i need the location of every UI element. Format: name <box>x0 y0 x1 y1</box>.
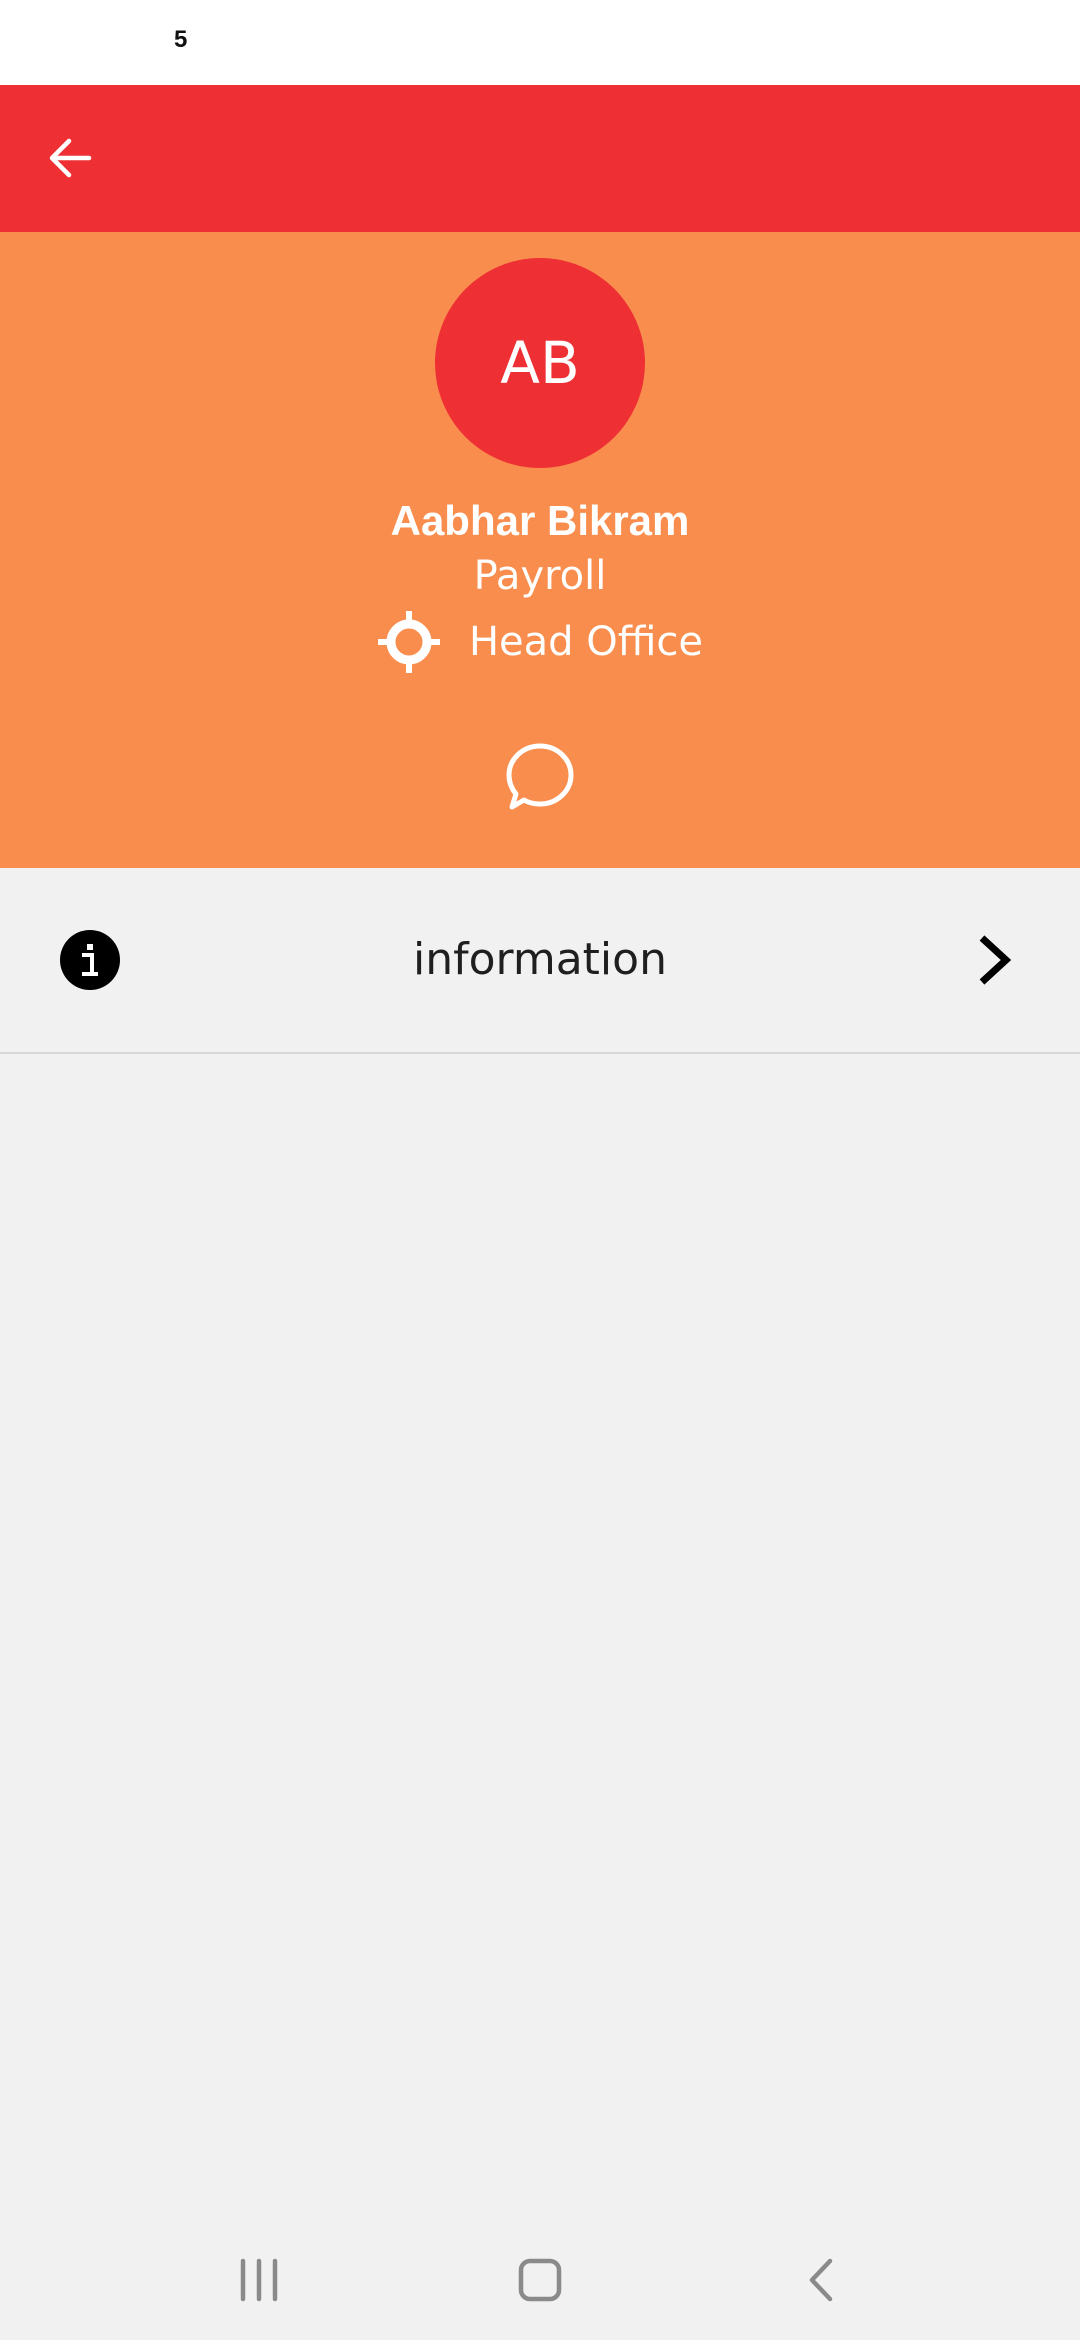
location-row: Head Office <box>0 610 1080 674</box>
location-text: Head Office <box>468 619 704 665</box>
system-nav-bar <box>0 2220 1080 2340</box>
arrow-left-icon <box>49 138 92 178</box>
profile-header: AB Aabhar Bikram Payroll Head Office <box>0 232 1080 868</box>
system-back-button[interactable] <box>781 2250 861 2310</box>
home-button[interactable] <box>500 2250 580 2310</box>
profile-name: Aabhar Bikram <box>390 497 690 544</box>
information-label: information <box>413 934 667 985</box>
avatar-initials: AB <box>500 329 580 397</box>
crosshair-icon <box>377 610 441 674</box>
profile-department: Payroll <box>473 553 607 599</box>
chevron-right-icon <box>970 934 1018 986</box>
chat-button[interactable] <box>500 737 580 817</box>
recents-icon <box>240 2258 278 2302</box>
back-chevron-icon <box>809 2258 833 2302</box>
avatar: AB <box>435 258 645 468</box>
home-icon <box>518 2258 562 2302</box>
chat-bubble-icon <box>506 743 574 810</box>
back-button[interactable] <box>30 118 110 198</box>
information-row[interactable]: information <box>0 868 1080 1054</box>
status-text: 5 <box>174 26 188 53</box>
status-bar: 5 <box>0 0 1080 85</box>
recents-button[interactable] <box>219 2250 299 2310</box>
app-bar <box>0 85 1080 232</box>
